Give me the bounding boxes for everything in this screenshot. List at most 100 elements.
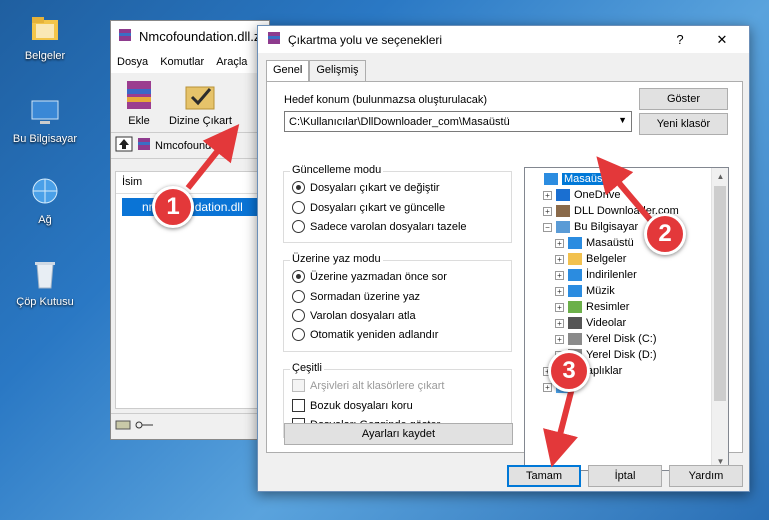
cancel-button[interactable]: İptal [588, 465, 662, 487]
new-folder-button[interactable]: Yeni klasör [639, 113, 728, 135]
tree-scrollbar[interactable]: ▲ ▼ [711, 168, 728, 470]
save-settings-button[interactable]: Ayarları kaydet [284, 423, 513, 445]
tree-node-label: Masaüstü [586, 237, 634, 249]
option-label: Sadece varolan dosyaları tazele [310, 220, 467, 233]
desktop-icon-bu-bilgisayar[interactable]: Bu Bilgisayar [5, 95, 85, 145]
update-option-extract-update[interactable]: Dosyaları çıkart ve güncelle [292, 201, 445, 214]
extract-to-button[interactable]: Dizine Çıkart [169, 77, 232, 128]
checkbox [292, 379, 305, 392]
tree-node[interactable]: + İndirilenler [555, 267, 637, 283]
menu-araclar[interactable]: Araçla [216, 56, 247, 68]
expand-icon[interactable]: + [555, 318, 564, 328]
tree-node[interactable]: Masaüstü [531, 171, 614, 187]
tab-gelismis[interactable]: Gelişmiş [309, 60, 366, 81]
radio-button[interactable] [292, 290, 305, 303]
overwrite-option-rename[interactable]: Otomatik yeniden adlandır [292, 328, 438, 341]
computer-icon [28, 95, 62, 129]
tree-node[interactable]: + Müzik [555, 283, 615, 299]
destination-path-combobox[interactable]: C:\Kullanıcılar\DllDownloader_com\Masaüs… [284, 111, 632, 132]
pictures-icon [568, 301, 582, 313]
expand-icon[interactable]: + [555, 254, 564, 264]
overwrite-mode-group: Üzerine yaz modu Üzerine yazmadan önce s… [283, 253, 512, 352]
winrar-title-bar[interactable]: Nmcofoundation.dll.z [111, 21, 269, 51]
column-header-name[interactable]: İsim [116, 172, 268, 194]
radio-button[interactable] [292, 328, 305, 341]
tree-node[interactable]: + Masaüstü [555, 235, 634, 251]
option-label: Otomatik yeniden adlandır [310, 328, 439, 341]
expand-icon[interactable]: + [555, 286, 564, 296]
ok-button[interactable]: Tamam [507, 465, 581, 487]
extract-to-icon [180, 77, 220, 113]
folder-icon [28, 12, 62, 46]
expand-icon[interactable]: + [555, 302, 564, 312]
music-icon [568, 285, 582, 297]
expand-icon[interactable]: + [555, 238, 564, 248]
update-mode-label: Güncelleme modu [290, 164, 384, 176]
tree-node[interactable]: + Yerel Disk (C:) [555, 331, 657, 347]
up-folder-button[interactable] [115, 136, 133, 155]
radio-button[interactable] [292, 181, 305, 194]
radio-button[interactable] [292, 220, 305, 233]
overwrite-option-without-prompt[interactable]: Sormadan üzerine yaz [292, 290, 420, 303]
dialog-title-bar[interactable]: Çıkartma yolu ve seçenekleri ? ✕ [258, 26, 749, 53]
misc-option-keep-broken[interactable]: Bozuk dosyaları koru [292, 399, 413, 412]
tree-node-label: Videolar [586, 317, 627, 329]
option-label: Bozuk dosyaları koru [310, 399, 413, 412]
desktop-icon-cop-kutusu[interactable]: Çöp Kutusu [5, 258, 85, 308]
desktop-icon-ag[interactable]: Ağ [5, 176, 85, 226]
user-icon [556, 205, 570, 217]
expand-icon[interactable]: + [543, 206, 552, 216]
tree-node[interactable]: + Videolar [555, 315, 626, 331]
expand-icon[interactable]: + [543, 382, 552, 392]
radio-button[interactable] [292, 309, 305, 322]
path-text: Nmcofound [155, 139, 212, 152]
tree-node[interactable]: + Resimler [555, 299, 629, 315]
dialog-title: Çıkartma yolu ve seçenekleri [288, 32, 443, 47]
update-mode-group: Güncelleme modu Dosyaları çıkart ve deği… [283, 164, 512, 243]
help-button[interactable]: ? [663, 26, 697, 53]
chevron-down-icon[interactable]: ▼ [618, 115, 627, 125]
scroll-thumb[interactable] [714, 186, 726, 401]
expand-icon[interactable]: + [543, 190, 552, 200]
update-option-freshen[interactable]: Sadece varolan dosyaları tazele [292, 220, 467, 233]
misc-label: Çeşitli [290, 362, 324, 374]
add-archive-icon [119, 77, 159, 113]
tree-node[interactable]: + Belgeler [555, 251, 626, 267]
tree-node[interactable]: + OneDrive [543, 187, 620, 203]
show-button[interactable]: Göster [639, 88, 728, 110]
overwrite-option-skip[interactable]: Varolan dosyaları atla [292, 309, 416, 322]
menu-dosya[interactable]: Dosya [117, 56, 148, 68]
collapse-icon[interactable]: − [543, 222, 552, 232]
checkbox[interactable] [292, 399, 305, 412]
radio-button[interactable] [292, 201, 305, 214]
option-label: Varolan dosyaları atla [310, 309, 416, 322]
folder-tree[interactable]: Masaüstü + OneDrive + DLL Downloader.com − Bu … [524, 167, 729, 471]
extract-to-button-label: Dizine Çıkart [169, 115, 232, 127]
winrar-window: Nmcofoundation.dll.z Dosya Komutlar Araç… [110, 20, 270, 440]
desktop-icon-belgeler[interactable]: Belgeler [5, 12, 85, 62]
help-text-button[interactable]: Yardım [669, 465, 743, 487]
close-button[interactable]: ✕ [705, 26, 739, 53]
scroll-up-icon[interactable]: ▲ [712, 168, 728, 185]
tree-node[interactable]: − Bu Bilgisayar [543, 219, 638, 235]
drive-icon [568, 333, 582, 345]
desktop-icon [568, 237, 582, 249]
overwrite-option-ask[interactable]: Üzerine yazmadan önce sor [292, 270, 447, 283]
option-label: Dosyaları çıkart ve değiştir [310, 181, 440, 194]
add-button[interactable]: Ekle [119, 77, 159, 128]
downloads-icon [568, 269, 582, 281]
tab-content-genel: Hedef konum (bulunmazsa oluşturulacak) C… [266, 81, 743, 471]
update-option-extract-replace[interactable]: Dosyaları çıkart ve değiştir [292, 181, 440, 194]
radio-button[interactable] [292, 270, 305, 283]
desktop-icon-label: Çöp Kutusu [16, 296, 74, 308]
tree-node-label: Müzik [586, 285, 615, 297]
extract-dialog: Çıkartma yolu ve seçenekleri ? ✕ Genel G… [257, 25, 750, 492]
expand-icon[interactable]: + [555, 334, 564, 344]
expand-icon[interactable]: + [555, 270, 564, 280]
tab-genel[interactable]: Genel [266, 60, 310, 81]
menu-komutlar[interactable]: Komutlar [160, 56, 204, 68]
network-icon [28, 176, 62, 210]
tree-node-label: İndirilenler [586, 269, 637, 281]
dialog-tabs: Genel Gelişmiş [266, 60, 366, 81]
tree-node-label: Bu Bilgisayar [574, 221, 639, 233]
